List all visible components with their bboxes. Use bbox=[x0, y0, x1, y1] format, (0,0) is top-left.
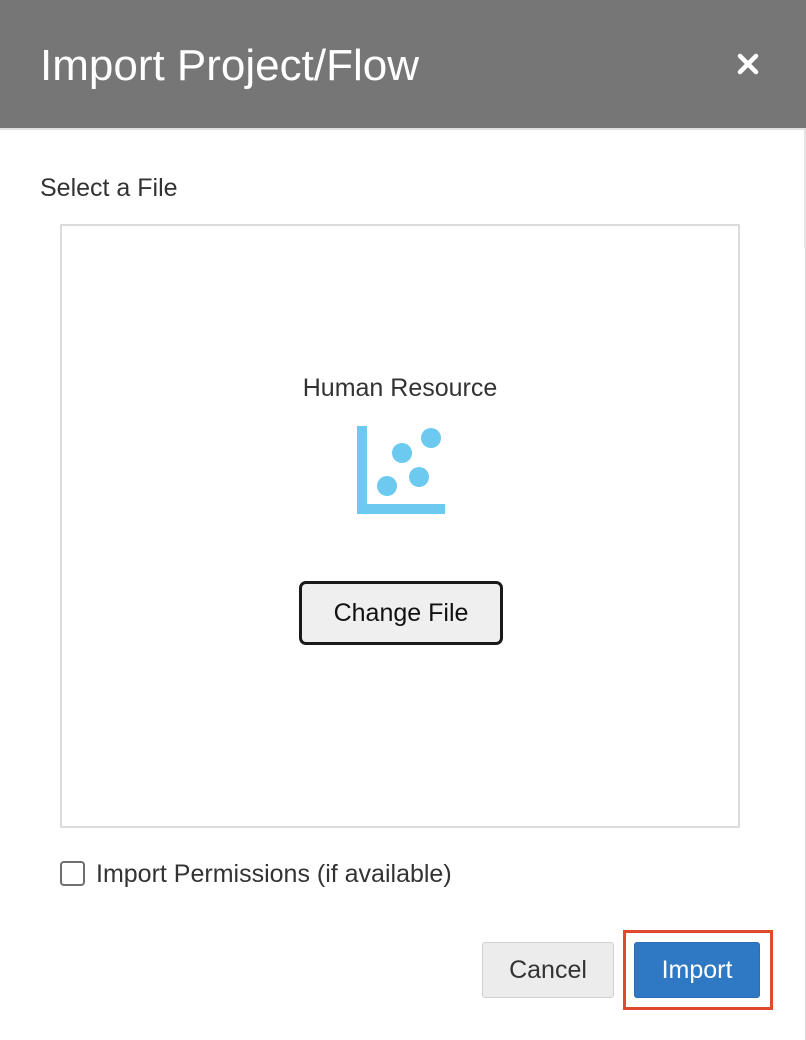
selected-file-name: Human Resource bbox=[302, 374, 498, 402]
dialog-title: Import Project/Flow bbox=[40, 41, 419, 90]
close-icon[interactable] bbox=[728, 44, 768, 84]
dialog-header: Import Project/Flow bbox=[0, 0, 806, 130]
scatter-chart-icon bbox=[355, 426, 447, 518]
select-file-label: Select a File bbox=[40, 174, 178, 202]
change-file-button[interactable]: Change File bbox=[299, 581, 503, 645]
import-button[interactable]: Import bbox=[634, 942, 760, 998]
import-permissions-checkbox[interactable] bbox=[60, 861, 85, 886]
import-dialog: Import Project/Flow Select a File Human … bbox=[0, 0, 806, 1040]
cancel-button[interactable]: Cancel bbox=[482, 942, 614, 998]
import-permissions-label[interactable]: Import Permissions (if available) bbox=[96, 858, 452, 890]
file-drop-zone[interactable]: Human Resource Change File bbox=[60, 224, 740, 828]
